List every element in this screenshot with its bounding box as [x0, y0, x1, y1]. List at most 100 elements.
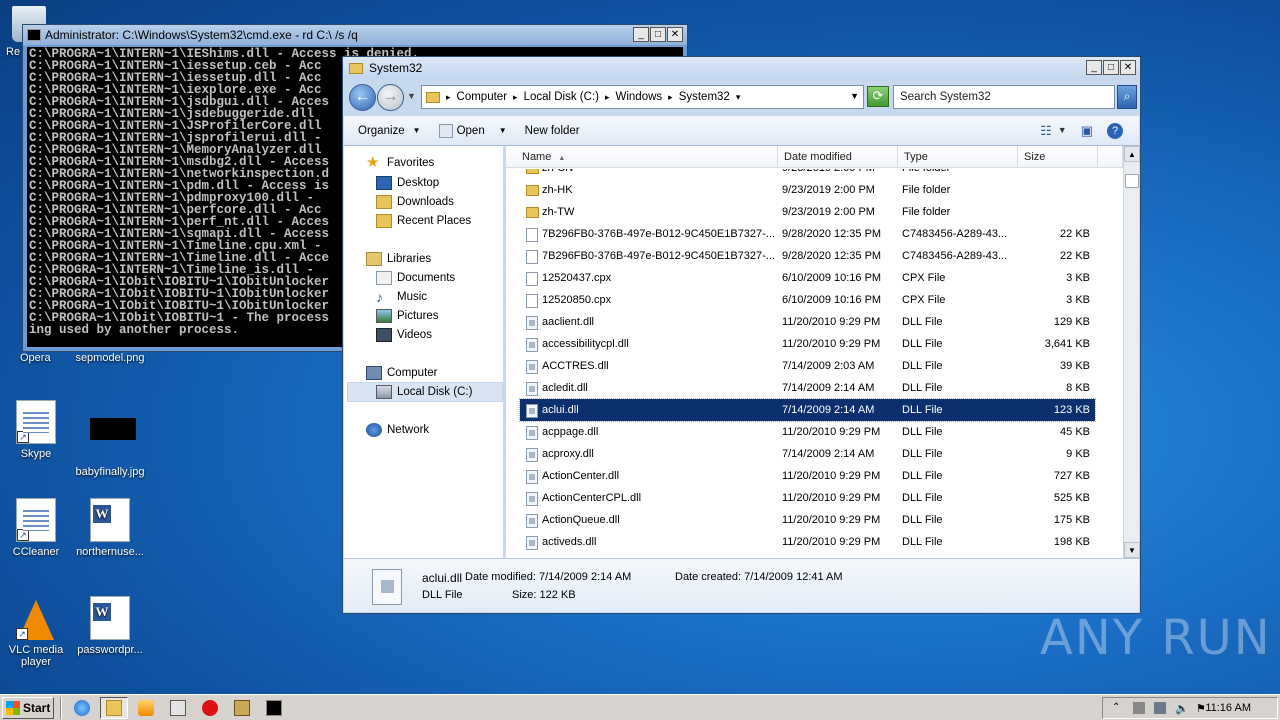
nav-libraries[interactable]: Libraries — [366, 252, 431, 266]
refresh-button[interactable]: ⟳ — [867, 86, 889, 107]
desktop-icon-vlc[interactable]: ↗ VLC media player — [0, 596, 74, 668]
cmd-titlebar[interactable]: Administrator: C:\Windows\System32\cmd.e… — [23, 25, 687, 45]
tray-app-icon[interactable] — [1133, 702, 1145, 714]
desktop-icon-northernuse[interactable]: W northernuse... — [72, 498, 148, 558]
chevron-right-icon[interactable]: ▸ — [668, 92, 673, 103]
close-button[interactable]: ✕ — [1120, 60, 1136, 75]
file-row[interactable]: 7B296FB0-376B-497e-B012-9C450E1B7327-...… — [520, 245, 1095, 267]
file-row[interactable]: zh-CN 9/23/2019 2:00 PM File folder — [520, 169, 1095, 179]
file-size: 22 KB — [1060, 228, 1090, 240]
breadcrumb-windows[interactable]: Windows — [616, 91, 663, 103]
address-bar[interactable]: ▸ Computer ▸ Local Disk (C:) ▸ Windows ▸… — [421, 85, 864, 109]
nav-downloads[interactable]: Downloads — [376, 195, 454, 209]
vertical-scrollbar[interactable]: ▲ ▼ — [1123, 146, 1140, 558]
file-row[interactable]: aaclient.dll 11/20/2010 9:29 PM DLL File 12… — [520, 311, 1095, 333]
chevron-right-icon[interactable]: ▸ — [446, 92, 451, 103]
scroll-up-icon[interactable]: ▲ — [1124, 146, 1140, 162]
file-row[interactable]: ActionCenter.dll 11/20/2010 9:29 PM DLL Fi… — [520, 465, 1095, 487]
nav-local-disk[interactable]: Local Disk (C:) — [376, 385, 472, 399]
network-tray-icon[interactable] — [1154, 702, 1166, 714]
back-button[interactable]: ← — [349, 84, 376, 111]
start-button[interactable]: Start — [2, 696, 54, 719]
explorer-titlebar[interactable]: System32 — [343, 57, 1140, 79]
file-row[interactable]: acppage.dll 11/20/2010 9:29 PM DLL File 45 … — [520, 421, 1095, 443]
nav-pictures[interactable]: Pictures — [376, 309, 439, 323]
search-input[interactable]: Search System32 — [893, 85, 1115, 109]
open-button[interactable]: Open ▼ — [438, 123, 507, 138]
explorer-window[interactable]: System32 _ □ ✕ ← → ▼ ▸ Computer ▸ Local … — [342, 56, 1141, 614]
desktop-icon-ccleaner[interactable]: ↗ CCleaner — [0, 498, 74, 558]
taskbar-cmd[interactable] — [260, 697, 288, 719]
recent-pages-dropdown-icon[interactable]: ▼ — [407, 91, 416, 101]
nav-music[interactable]: ♪ Music — [376, 290, 427, 304]
views-icon[interactable]: ☷ — [1040, 123, 1052, 139]
file-row[interactable]: activeds.dll 11/20/2010 9:29 PM DLL File 19… — [520, 531, 1095, 553]
file-row[interactable]: acproxy.dll 7/14/2009 2:14 AM DLL File 9 KB — [520, 443, 1095, 465]
column-header-name[interactable]: Name ▲ — [506, 146, 778, 168]
taskbar-calculator[interactable] — [164, 697, 192, 719]
taskbar-app[interactable] — [228, 697, 256, 719]
file-row[interactable]: ActionCenterCPL.dll 11/20/2010 9:29 PM DLL… — [520, 487, 1095, 509]
minimize-button[interactable]: _ — [633, 27, 649, 42]
file-date: 9/28/2020 12:35 PM — [782, 228, 882, 240]
scrollbar-thumb[interactable] — [1125, 174, 1139, 188]
organize-button[interactable]: Organize ▼ — [358, 125, 421, 137]
breadcrumb-local-disk[interactable]: Local Disk (C:) — [524, 91, 599, 103]
taskbar-explorer[interactable] — [100, 696, 128, 719]
search-icon[interactable]: ⌕ — [1117, 85, 1137, 109]
desktop-icon-babyfinally[interactable]: babyfinally.jpg — [72, 400, 148, 478]
recent-places-icon — [376, 214, 392, 228]
breadcrumb-computer[interactable]: Computer — [457, 91, 508, 103]
maximize-button[interactable]: □ — [650, 27, 666, 42]
nav-favorites[interactable]: ★ Favorites — [366, 155, 434, 170]
column-header-size[interactable]: Size — [1018, 146, 1098, 168]
maximize-button[interactable]: □ — [1103, 60, 1119, 75]
help-icon[interactable]: ? — [1107, 123, 1123, 139]
file-row[interactable]: ACCTRES.dll 7/14/2009 2:03 AM DLL File 39 K… — [520, 355, 1095, 377]
nav-recent-places[interactable]: Recent Places — [376, 214, 471, 228]
nav-documents[interactable]: Documents — [376, 271, 455, 285]
file-row[interactable]: ActionQueue.dll 11/20/2010 9:29 PM DLL Fil… — [520, 509, 1095, 531]
views-dropdown-icon[interactable]: ▼ — [1058, 125, 1067, 139]
chevron-right-icon[interactable]: ▸ — [513, 92, 518, 103]
column-header-type[interactable]: Type — [898, 146, 1018, 168]
file-row[interactable]: zh-TW 9/23/2019 2:00 PM File folder — [520, 201, 1095, 223]
nav-videos[interactable]: Videos — [376, 328, 432, 342]
desktop-icon-label: Skype — [20, 448, 52, 460]
file-row[interactable]: accessibilitycpl.dll 11/20/2010 9:29 PM DL… — [520, 333, 1095, 355]
file-row[interactable]: aclui.dll 7/14/2009 2:14 AM DLL File 123 KB — [519, 398, 1096, 422]
column-header-date[interactable]: Date modified — [778, 146, 898, 168]
file-row[interactable]: 7B296FB0-376B-497e-B012-9C450E1B7327-...… — [520, 223, 1095, 245]
preview-pane-icon[interactable]: ▣ — [1081, 123, 1093, 139]
nav-computer[interactable]: Computer — [366, 366, 438, 380]
taskbar-media-player[interactable] — [132, 697, 160, 719]
breadcrumb-system32[interactable]: System32 — [679, 91, 730, 103]
nav-network[interactable]: Network — [366, 423, 429, 437]
dll-file-icon — [526, 360, 538, 374]
new-folder-button[interactable]: New folder — [525, 125, 580, 137]
minimize-button[interactable]: _ — [1086, 60, 1102, 75]
forward-button[interactable]: → — [377, 84, 404, 111]
file-row[interactable]: zh-HK 9/23/2019 2:00 PM File folder — [520, 179, 1095, 201]
nav-desktop[interactable]: Desktop — [376, 176, 439, 190]
clock[interactable]: 11:16 AM — [1205, 702, 1251, 714]
details-pane: aclui.dll Date modified: 7/14/2009 2:14 … — [344, 558, 1139, 612]
desktop-icon-passwordpr[interactable]: W passwordpr... — [72, 596, 148, 656]
taskbar-stop[interactable] — [196, 697, 224, 719]
scroll-down-icon[interactable]: ▼ — [1124, 542, 1140, 558]
address-dropdown-icon[interactable]: ▼ — [850, 91, 859, 101]
volume-icon[interactable]: 🔈 — [1175, 702, 1189, 715]
file-row[interactable]: 12520437.cpx 6/10/2009 10:16 PM CPX File 3 … — [520, 267, 1095, 289]
show-hidden-icons-icon[interactable]: ⌃ — [1112, 702, 1124, 714]
desktop-icon-skype[interactable]: ↗ Skype — [0, 400, 74, 460]
chevron-down-icon[interactable]: ▾ — [736, 92, 741, 103]
desktop-icon-sepmodel[interactable]: sepmodel.png — [72, 352, 148, 364]
file-row[interactable]: 12520850.cpx 6/10/2009 10:16 PM CPX File 3 … — [520, 289, 1095, 311]
file-name: ACCTRES.dll — [542, 360, 609, 372]
file-type: DLL File — [902, 448, 943, 460]
file-row[interactable]: acledit.dll 7/14/2009 2:14 AM DLL File 8 KB — [520, 377, 1095, 399]
calculator-icon — [170, 699, 186, 716]
close-button[interactable]: ✕ — [667, 27, 683, 42]
chevron-right-icon[interactable]: ▸ — [605, 92, 610, 103]
taskbar-ie[interactable] — [68, 697, 96, 719]
